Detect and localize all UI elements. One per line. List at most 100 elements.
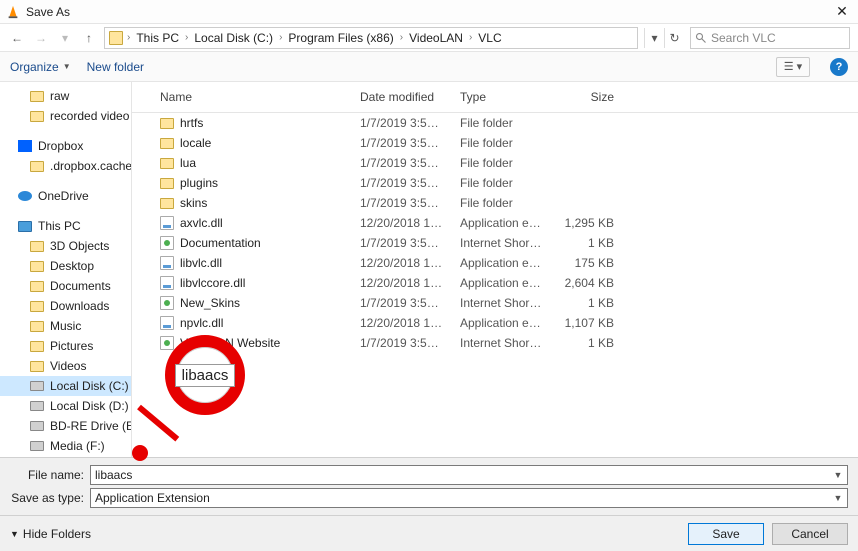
file-list[interactable]: Name Date modified Type Size hrtfs1/7/20… bbox=[132, 82, 858, 457]
file-row[interactable]: Documentation1/7/2019 3:57 PMInternet Sh… bbox=[132, 233, 858, 253]
new-folder-button[interactable]: New folder bbox=[87, 60, 144, 74]
file-date: 12/20/2018 10:50 ... bbox=[352, 214, 452, 232]
folder-icon bbox=[30, 159, 44, 173]
sidebar-item[interactable]: 3D Objects bbox=[0, 236, 131, 256]
folder-icon bbox=[30, 339, 44, 353]
file-name: Documentation bbox=[180, 236, 261, 250]
up-button[interactable]: ↑ bbox=[80, 29, 98, 47]
file-row[interactable]: libvlccore.dll12/20/2018 10:40 ...Applic… bbox=[132, 273, 858, 293]
breadcrumb[interactable]: This PC bbox=[134, 31, 181, 45]
sidebar-item-label: Media (F:) bbox=[50, 439, 105, 453]
folder-icon bbox=[160, 198, 174, 209]
chevron-down-icon: ▼ bbox=[63, 62, 71, 71]
sidebar-item[interactable]: raw bbox=[0, 86, 131, 106]
sidebar-item[interactable]: OneDrive bbox=[0, 186, 131, 206]
sidebar-item-label: Pictures bbox=[50, 339, 93, 353]
close-button[interactable]: ✕ bbox=[832, 3, 852, 20]
sidebar-item[interactable]: Music bbox=[0, 316, 131, 336]
sidebar-item[interactable]: CD Drive (G:) Cri bbox=[0, 456, 131, 457]
sidebar-item-label: Desktop bbox=[50, 259, 94, 273]
organize-button[interactable]: Organize▼ bbox=[10, 60, 71, 74]
file-type: File folder bbox=[452, 154, 552, 172]
sidebar-item[interactable]: Documents bbox=[0, 276, 131, 296]
file-row[interactable]: VideoLAN Website1/7/2019 3:57 PMInternet… bbox=[132, 333, 858, 353]
chevron-down-icon[interactable]: ▼ bbox=[831, 491, 845, 505]
file-row[interactable]: lua1/7/2019 3:57 PMFile folder bbox=[132, 153, 858, 173]
file-row[interactable]: plugins1/7/2019 3:57 PMFile folder bbox=[132, 173, 858, 193]
folder-icon bbox=[30, 89, 44, 103]
file-row[interactable]: New_Skins1/7/2019 3:57 PMInternet Shortc… bbox=[132, 293, 858, 313]
saveastype-label: Save as type: bbox=[10, 491, 90, 505]
file-name: lua bbox=[180, 156, 196, 170]
sidebar[interactable]: rawrecorded video Dropbox.dropbox.cache On… bbox=[0, 82, 132, 457]
folder-icon bbox=[30, 259, 44, 273]
file-size bbox=[552, 141, 622, 145]
chevron-down-icon[interactable]: ▼ bbox=[831, 468, 845, 482]
sidebar-item[interactable]: Local Disk (C:) bbox=[0, 376, 131, 396]
sidebar-item[interactable]: Desktop bbox=[0, 256, 131, 276]
sidebar-item[interactable]: This PC bbox=[0, 216, 131, 236]
file-type: Application extens... bbox=[452, 314, 552, 332]
refresh-button[interactable]: ↻ bbox=[664, 28, 684, 48]
sidebar-item[interactable]: BD-RE Drive (E:) bbox=[0, 416, 131, 436]
file-row[interactable]: locale1/7/2019 3:57 PMFile folder bbox=[132, 133, 858, 153]
address-bar[interactable]: › This PC › Local Disk (C:) › Program Fi… bbox=[104, 27, 638, 49]
back-button[interactable]: ← bbox=[8, 29, 26, 47]
sidebar-item[interactable]: Dropbox bbox=[0, 136, 131, 156]
folder-icon bbox=[30, 299, 44, 313]
breadcrumb[interactable]: VideoLAN bbox=[407, 31, 465, 45]
forward-button: → bbox=[32, 29, 50, 47]
dll-icon bbox=[160, 276, 174, 290]
help-button[interactable]: ? bbox=[830, 58, 848, 76]
address-dropdown-button[interactable]: ▾ bbox=[644, 28, 664, 48]
drive-icon bbox=[30, 399, 44, 413]
file-row[interactable]: axvlc.dll12/20/2018 10:50 ...Application… bbox=[132, 213, 858, 233]
dll-icon bbox=[160, 256, 174, 270]
breadcrumb[interactable]: Program Files (x86) bbox=[286, 31, 395, 45]
file-date: 1/7/2019 3:57 PM bbox=[352, 334, 452, 352]
search-input[interactable]: Search VLC bbox=[690, 27, 850, 49]
file-type: File folder bbox=[452, 114, 552, 132]
folder-icon bbox=[109, 31, 123, 45]
file-type: Internet Shortcut bbox=[452, 334, 552, 352]
folder-icon bbox=[160, 118, 174, 129]
column-date[interactable]: Date modified bbox=[352, 86, 452, 108]
navbar: ← → ▾ ↑ › This PC › Local Disk (C:) › Pr… bbox=[0, 24, 858, 52]
file-name: locale bbox=[180, 136, 211, 150]
toolbar: Organize▼ New folder ☰ ▾ ? bbox=[0, 52, 858, 82]
sidebar-item[interactable]: Downloads bbox=[0, 296, 131, 316]
sidebar-item[interactable]: Media (F:) bbox=[0, 436, 131, 456]
breadcrumb[interactable]: VLC bbox=[476, 31, 503, 45]
sidebar-item[interactable]: .dropbox.cache bbox=[0, 156, 131, 176]
file-row[interactable]: libvlc.dll12/20/2018 10:40 ...Applicatio… bbox=[132, 253, 858, 273]
sidebar-item[interactable]: recorded video bbox=[0, 106, 131, 126]
column-name[interactable]: Name bbox=[152, 86, 352, 108]
hide-folders-button[interactable]: ▼ Hide Folders bbox=[10, 527, 91, 541]
filename-input[interactable]: libaacs ▼ bbox=[90, 465, 848, 485]
file-type: Application extens... bbox=[452, 254, 552, 272]
column-type[interactable]: Type bbox=[452, 86, 552, 108]
file-row[interactable]: hrtfs1/7/2019 3:57 PMFile folder bbox=[132, 113, 858, 133]
recent-button[interactable]: ▾ bbox=[56, 29, 74, 47]
file-size: 1,295 KB bbox=[552, 214, 622, 232]
file-row[interactable]: npvlc.dll12/20/2018 10:50 ...Application… bbox=[132, 313, 858, 333]
bottom-panel: File name: libaacs ▼ Save as type: Appli… bbox=[0, 457, 858, 515]
saveastype-select[interactable]: Application Extension ▼ bbox=[90, 488, 848, 508]
sidebar-item[interactable]: Videos bbox=[0, 356, 131, 376]
dropbox-icon bbox=[18, 139, 32, 153]
file-row[interactable]: skins1/7/2019 3:57 PMFile folder bbox=[132, 193, 858, 213]
breadcrumb[interactable]: Local Disk (C:) bbox=[192, 31, 275, 45]
pc-icon bbox=[18, 219, 32, 233]
folder-icon bbox=[30, 279, 44, 293]
file-type: File folder bbox=[452, 134, 552, 152]
highlight-dot bbox=[132, 445, 148, 461]
sidebar-item[interactable]: Pictures bbox=[0, 336, 131, 356]
sidebar-item[interactable]: Local Disk (D:) bbox=[0, 396, 131, 416]
file-name: libvlccore.dll bbox=[180, 276, 245, 290]
chevron-right-icon: › bbox=[398, 32, 405, 43]
column-size[interactable]: Size bbox=[552, 86, 622, 108]
sidebar-item-label: BD-RE Drive (E:) bbox=[50, 419, 132, 433]
file-date: 12/20/2018 10:40 ... bbox=[352, 274, 452, 292]
view-options-button[interactable]: ☰ ▾ bbox=[776, 57, 810, 77]
file-date: 1/7/2019 3:57 PM bbox=[352, 294, 452, 312]
